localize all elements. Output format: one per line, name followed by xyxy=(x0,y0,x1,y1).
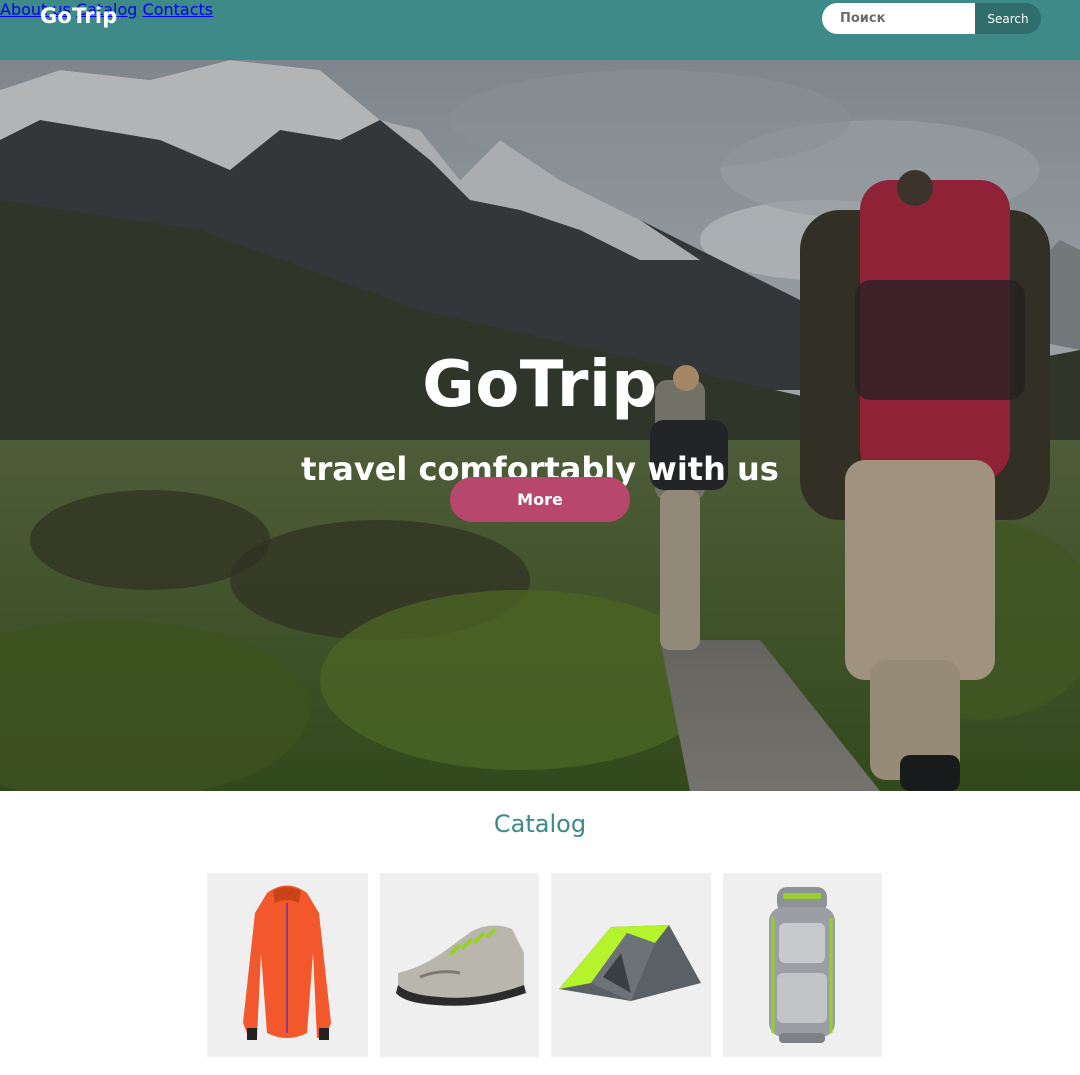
search-button[interactable]: Search xyxy=(975,3,1041,34)
catalog-item-backpack[interactable] xyxy=(723,873,882,1057)
hero-section: GoTrip travel comfortably with us More xyxy=(0,60,1080,791)
search-input[interactable] xyxy=(822,3,982,34)
backpack-icon xyxy=(769,887,835,1043)
catalog-item-shoe[interactable] xyxy=(380,873,539,1057)
logo[interactable]: GoTrip xyxy=(40,4,117,28)
hero-title: GoTrip xyxy=(422,348,658,422)
search-form: Search xyxy=(822,3,1041,34)
catalog-title: Catalog xyxy=(493,810,587,838)
catalog-item-jacket[interactable] xyxy=(207,873,368,1057)
catalog-item-tent[interactable] xyxy=(551,873,711,1057)
hero-background-image xyxy=(0,60,1080,791)
more-button[interactable]: More xyxy=(450,477,630,522)
nav-contacts[interactable]: Contacts xyxy=(143,0,214,19)
tent-icon xyxy=(559,925,701,1001)
site-header: GoTrip About us Catalog Contacts Search xyxy=(0,0,1080,60)
shoe-icon xyxy=(396,925,526,1006)
jacket-icon xyxy=(243,885,331,1040)
